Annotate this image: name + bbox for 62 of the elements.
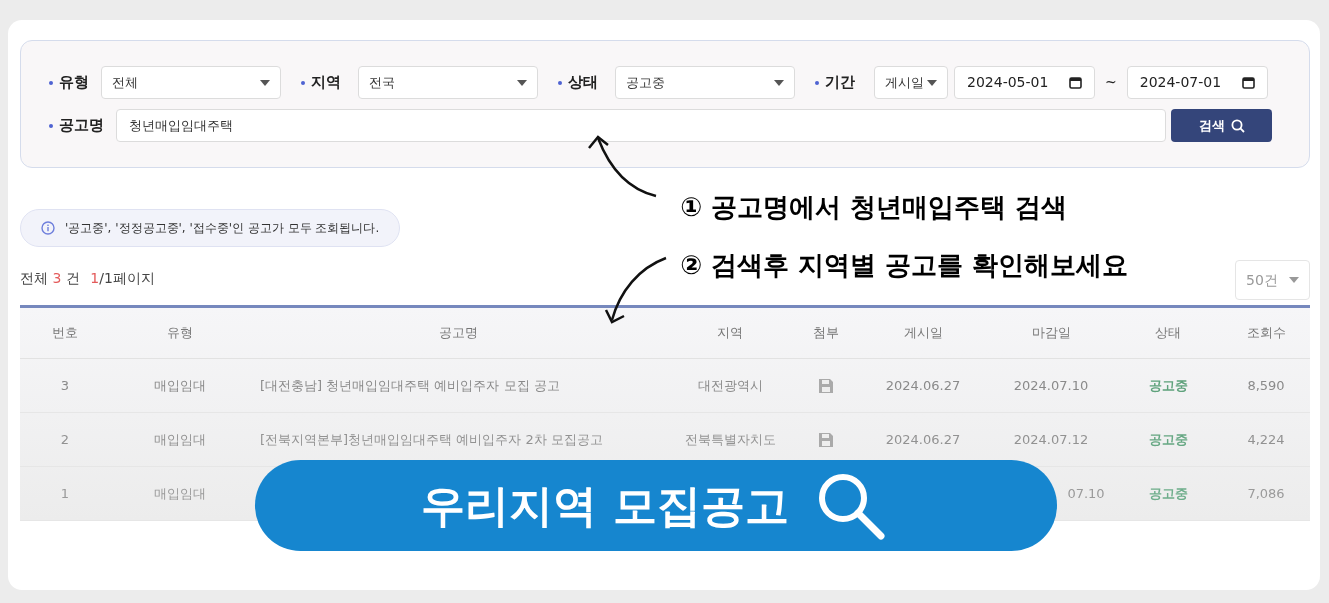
table-cell-text: 2024.07.12 <box>1012 430 1090 449</box>
table-cell-text: 07.10 <box>1066 484 1106 503</box>
filter-label: 기간 <box>825 72 855 94</box>
table-cell-text: 매입임대 <box>153 484 207 503</box>
column-header: 유형 <box>166 324 194 343</box>
table-cell-text: 2024.06.27 <box>884 376 962 395</box>
table-cell-text: 2 <box>59 430 71 449</box>
calendar-icon <box>1069 76 1082 89</box>
column-header: 조회수 <box>1245 324 1287 343</box>
bullet-icon <box>815 80 819 85</box>
save-icon[interactable] <box>818 377 834 394</box>
column-header: 게시일 <box>902 324 944 343</box>
table-cell-text: 7,086 <box>1246 484 1286 503</box>
table-cell-text: 2024.07.10 <box>1012 376 1090 395</box>
result-summary: 전체 3 건 1/1페이지 <box>20 269 155 288</box>
select-field[interactable]: 전국 <box>358 66 538 99</box>
calendar-icon <box>1241 76 1255 89</box>
save-icon[interactable] <box>818 431 834 448</box>
select-field[interactable]: 공고중 <box>615 66 795 99</box>
caret-icon <box>1289 277 1299 283</box>
table-cell-text: 8,590 <box>1246 376 1286 395</box>
filter-label: 공고명 <box>59 115 104 137</box>
region-notice-banner[interactable]: 우리지역 모집공고 <box>255 460 1057 551</box>
filter-label: 상태 <box>568 72 598 94</box>
table-cell-text: 3 <box>59 376 71 395</box>
column-header: 지역 <box>716 324 744 343</box>
bullet-icon <box>49 80 53 85</box>
table-cell-text: 1 <box>59 484 71 503</box>
table-cell-text: 공고중 <box>1147 484 1189 503</box>
table-cell-text: 공고중 <box>1147 376 1189 395</box>
info-icon <box>41 221 55 235</box>
caret-icon <box>927 79 937 86</box>
column-header: 마감일 <box>1030 324 1072 343</box>
table-cell-text: 전북특별자치도 <box>683 430 777 449</box>
search-button[interactable]: 검색 <box>1171 109 1272 142</box>
date-field[interactable]: 2024-07-01 <box>1126 66 1268 99</box>
bullet-icon <box>558 80 562 85</box>
caret-icon <box>260 79 270 86</box>
table-cell-text: 공고중 <box>1147 430 1189 449</box>
select-field[interactable]: 게시일 <box>874 66 948 99</box>
table-cell-text: 매입임대 <box>153 376 207 395</box>
table-cell-text: 매입임대 <box>153 430 207 449</box>
caret-icon <box>517 79 527 86</box>
table-cell-text: 2024.06.27 <box>884 430 962 449</box>
table-cell-text: 대전광역시 <box>696 376 764 395</box>
column-header: 번호 <box>51 324 79 343</box>
bullet-icon <box>301 80 305 85</box>
column-header: 공고명 <box>437 324 479 343</box>
title-input-field[interactable]: 청년매입임대주택 <box>116 109 1166 142</box>
range-separator: ~ <box>1105 73 1117 92</box>
select-field[interactable]: 전체 <box>101 66 281 99</box>
filter-label: 유형 <box>59 72 89 94</box>
search-icon <box>1230 118 1245 133</box>
filter-label: 지역 <box>311 72 341 94</box>
bullet-icon <box>49 123 53 128</box>
date-field[interactable]: 2024-05-01 <box>954 66 1095 99</box>
column-header: 상태 <box>1154 324 1182 343</box>
arrow-icon <box>604 256 668 326</box>
notice-text: '공고중', '정정공고중', '접수중'인 공고가 모두 조회됩니다. <box>65 220 380 237</box>
caret-icon <box>774 79 784 86</box>
table-cell-text: 4,224 <box>1246 430 1286 449</box>
column-header: 첨부 <box>812 324 840 343</box>
